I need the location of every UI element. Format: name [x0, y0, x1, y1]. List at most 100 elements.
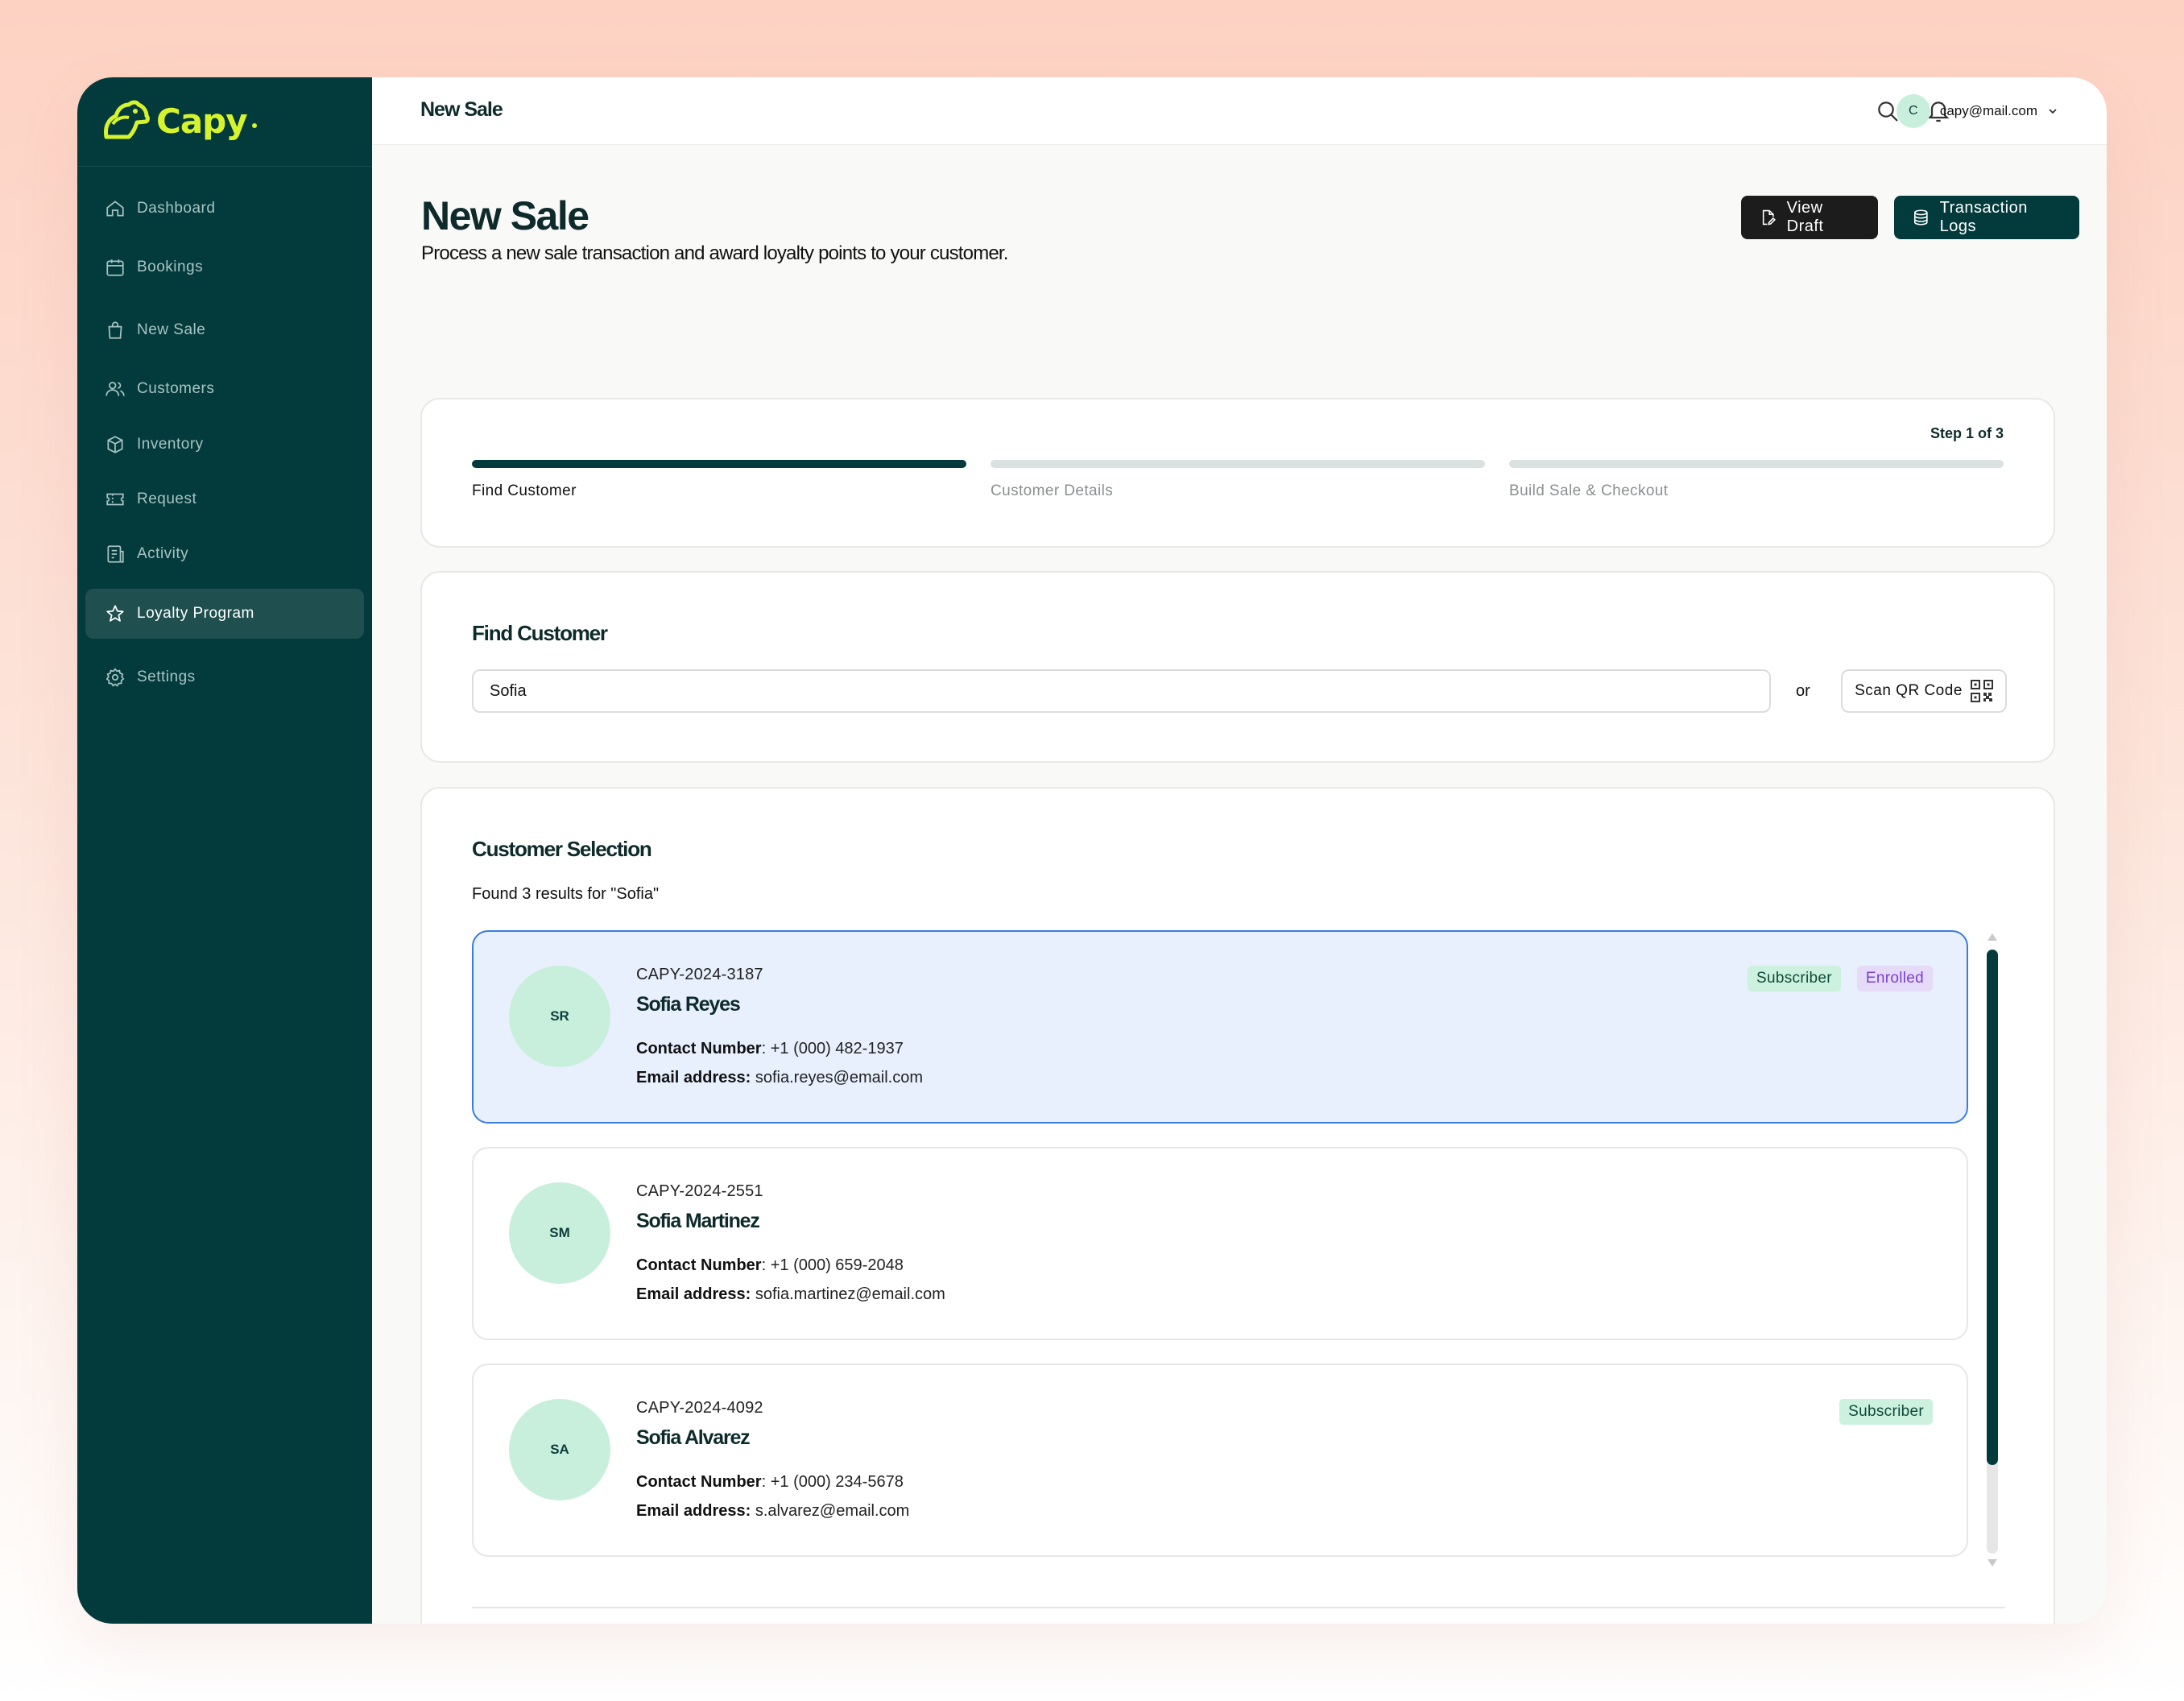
- results-count: Found 3 results for "Sofia": [472, 885, 660, 903]
- sidebar-item-label: Loyalty Program: [137, 605, 254, 622]
- sidebar-item-label: Request: [137, 490, 197, 507]
- customer-search-input[interactable]: [472, 669, 1771, 713]
- sidebar-item-label: Inventory: [137, 436, 204, 453]
- user-email: capy@mail.com: [1939, 103, 2037, 118]
- scroll-down-arrow-icon[interactable]: [1987, 1558, 1998, 1568]
- home-icon: [106, 201, 124, 217]
- sidebar-item-inventory[interactable]: Inventory: [85, 420, 364, 470]
- sidebar-item-label: New Sale: [137, 321, 206, 338]
- view-draft-button[interactable]: View Draft: [1741, 196, 1878, 239]
- database-icon: [1913, 209, 1928, 226]
- gear-icon: [105, 668, 125, 687]
- users-icon: [105, 382, 125, 396]
- customer-email: Email address: sofia.martinez@email.com: [636, 1285, 945, 1304]
- sidebar-item-activity[interactable]: Activity: [85, 529, 364, 579]
- page-title: New Sale: [421, 193, 589, 238]
- customer-card-sofia-martinez[interactable]: SM CAPY-2024-2551 Sofia Martinez Contact…: [472, 1147, 1968, 1340]
- results-scrollbar[interactable]: [1987, 932, 1998, 1568]
- main-content: New Sale Process a new sale transaction …: [372, 146, 2107, 1624]
- step-build-sale-checkout: Build Sale & Checkout: [1509, 460, 2004, 500]
- customer-contact: Contact Number: +1 (000) 482-1937: [636, 1040, 904, 1057]
- contact-label: Contact Number: [636, 1473, 762, 1491]
- customer-name: Sofia Alvarez: [636, 1426, 751, 1449]
- step-count: Step 1 of 3: [1930, 425, 2004, 441]
- brand-name: Capy: [156, 101, 248, 141]
- customer-contact: Contact Number: +1 (000) 234-5678: [636, 1473, 904, 1491]
- step-find-customer: Find Customer: [472, 460, 966, 500]
- customer-name: Sofia Martinez: [636, 1210, 760, 1232]
- email-value: sofia.reyes@email.com: [755, 1069, 924, 1086]
- sidebar-item-bookings[interactable]: Bookings: [85, 242, 364, 292]
- customer-selection-card: Customer Selection Found 3 results for "…: [420, 787, 2055, 1624]
- star-icon: [106, 605, 124, 622]
- step-label: Customer Details: [991, 482, 1114, 499]
- box-icon: [107, 436, 123, 453]
- view-draft-label: View Draft: [1786, 199, 1824, 235]
- brand-dot: [251, 123, 257, 128]
- chevron-down-icon: [2049, 109, 2057, 114]
- sidebar-divider: [77, 166, 372, 167]
- scan-qr-code-button[interactable]: Scan QR Code: [1841, 669, 2007, 713]
- customer-card-sofia-reyes[interactable]: SR CAPY-2024-3187 Sofia Reyes Contact Nu…: [472, 930, 1968, 1124]
- calendar-icon: [106, 259, 124, 276]
- find-customer-card: Find Customer or Scan QR Code: [420, 571, 2055, 763]
- customer-email: Email address: sofia.reyes@email.com: [636, 1069, 923, 1087]
- user-menu[interactable]: C capy@mail.com: [1896, 93, 2058, 129]
- clipboard-icon: [107, 545, 124, 563]
- shopping-bag-icon: [108, 321, 122, 339]
- sidebar-item-label: Activity: [137, 545, 189, 562]
- step-progress-bar: [472, 460, 966, 468]
- topbar-title: New Sale: [420, 98, 503, 121]
- customer-id: CAPY-2024-4092: [636, 1399, 763, 1417]
- or-label: or: [1796, 682, 1810, 700]
- capy-logo[interactable]: Capy: [101, 97, 257, 145]
- capybara-logo-icon: [104, 100, 150, 139]
- sidebar-item-settings[interactable]: Settings: [85, 652, 364, 702]
- section-divider: [472, 1607, 2005, 1608]
- customer-card-sofia-alvarez[interactable]: SA CAPY-2024-4092 Sofia Alvarez Contact …: [472, 1364, 1968, 1557]
- sidebar-item-customers[interactable]: Customers: [85, 364, 364, 414]
- find-customer-title: Find Customer: [472, 621, 608, 645]
- sidebar-item-new-sale[interactable]: New Sale: [85, 305, 364, 355]
- scan-qr-label: Scan QR Code: [1855, 682, 1963, 699]
- sidebar-item-dashboard[interactable]: Dashboard: [85, 184, 364, 234]
- step-label: Find Customer: [472, 482, 577, 499]
- step-label: Build Sale & Checkout: [1509, 482, 1669, 499]
- step-progress-bar: [1509, 460, 2004, 468]
- contact-value: +1 (000) 659-2048: [770, 1256, 904, 1274]
- sidebar-item-loyalty-program[interactable]: Loyalty Program: [85, 589, 364, 639]
- app-window: Capy Dashboard Bookings New Sale Custome…: [77, 77, 2107, 1624]
- subscriber-badge: Subscriber: [1839, 1399, 1933, 1425]
- sidebar: Capy Dashboard Bookings New Sale Custome…: [77, 77, 372, 1624]
- page-subtitle: Process a new sale transaction and award…: [421, 242, 1008, 264]
- avatar: C: [1896, 94, 1930, 128]
- customer-id: CAPY-2024-2551: [636, 1182, 763, 1200]
- file-edit-icon: [1762, 209, 1776, 226]
- transaction-logs-label: Transaction Logs: [1939, 199, 2028, 235]
- scroll-up-arrow-icon[interactable]: [1987, 932, 1998, 942]
- customer-avatar: SA: [509, 1399, 610, 1500]
- qr-code-icon: [1970, 680, 1993, 702]
- sidebar-item-request[interactable]: Request: [85, 474, 364, 524]
- contact-label: Contact Number: [636, 1256, 762, 1274]
- customer-contact: Contact Number: +1 (000) 659-2048: [636, 1256, 904, 1274]
- email-value: sofia.martinez@email.com: [755, 1285, 945, 1303]
- contact-value: +1 (000) 482-1937: [770, 1040, 904, 1057]
- top-bar: New Sale C capy@mail.com: [372, 77, 2107, 145]
- subscriber-badge: Subscriber: [1748, 966, 1841, 991]
- customer-selection-title: Customer Selection: [472, 837, 652, 861]
- email-label: Email address:: [636, 1502, 751, 1520]
- customer-email: Email address: s.alvarez@email.com: [636, 1502, 909, 1521]
- transaction-logs-button[interactable]: Transaction Logs: [1894, 196, 2079, 239]
- email-value: s.alvarez@email.com: [755, 1502, 910, 1520]
- email-label: Email address:: [636, 1285, 751, 1303]
- scrollbar-thumb[interactable]: [1987, 950, 1998, 1465]
- ticket-icon: [106, 493, 124, 506]
- enrolled-badge: Enrolled: [1856, 966, 1933, 991]
- sidebar-item-label: Settings: [137, 668, 196, 685]
- sidebar-item-label: Bookings: [137, 259, 204, 275]
- contact-label: Contact Number: [636, 1040, 762, 1057]
- sidebar-item-label: Dashboard: [137, 200, 216, 217]
- step-customer-details: Customer Details: [991, 460, 1485, 500]
- contact-value: +1 (000) 234-5678: [770, 1473, 904, 1491]
